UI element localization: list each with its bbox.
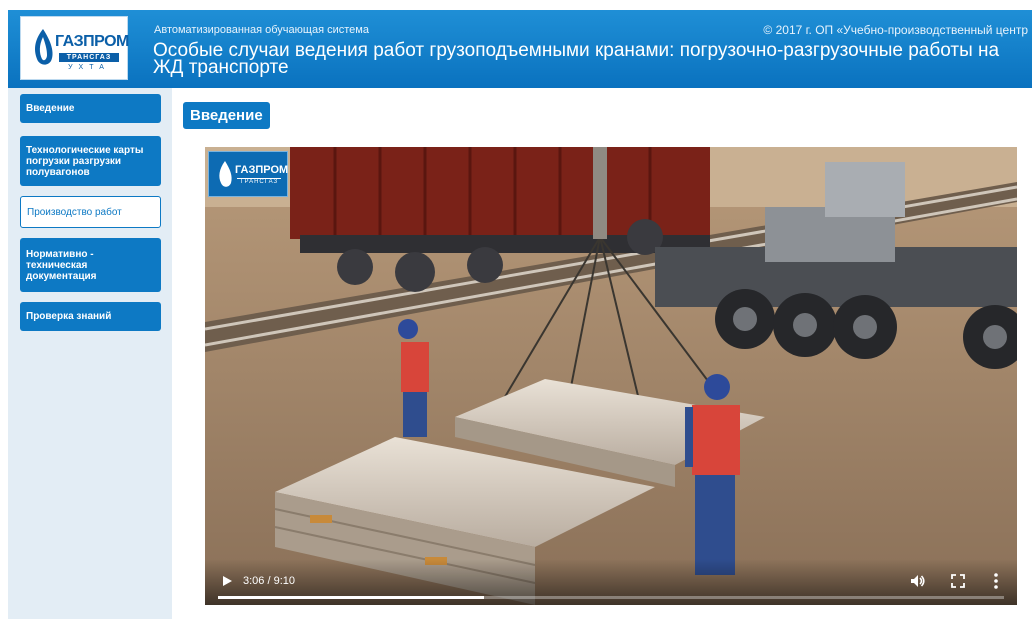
logo-wordmark: ГАЗПРОМ	[55, 33, 129, 50]
course-title: Особые случаи ведения работ грузоподъемн…	[153, 40, 1000, 78]
gazprom-logo: ГАЗПРОМ ТРАНСГАЗ УХТА	[20, 16, 129, 80]
video-player[interactable]: ГАЗПРОМ ТРАНСГАЗ 3:06 / 9:10	[205, 147, 1017, 605]
volume-icon[interactable]	[910, 573, 926, 589]
fullscreen-icon[interactable]	[951, 574, 965, 588]
app-header: ГАЗПРОМ ТРАНСГАЗ УХТА Автоматизированная…	[8, 10, 1032, 88]
video-watermark-logo: ГАЗПРОМ ТРАНСГАЗ	[208, 151, 288, 197]
section-title: Введение	[183, 102, 270, 129]
watermark-subtitle: ТРАНСГАЗ	[237, 178, 281, 185]
logo-subtitle: ТРАНСГАЗ	[59, 53, 119, 62]
play-icon[interactable]	[220, 574, 234, 588]
system-name: Автоматизированная обучающая система	[154, 24, 369, 36]
watermark-flame-icon	[219, 161, 232, 187]
watermark-wordmark: ГАЗПРОМ	[235, 164, 289, 176]
more-options-icon[interactable]	[992, 572, 1000, 590]
sidebar-item-tech-maps[interactable]: Технологические карты погрузки разгрузки…	[20, 136, 161, 186]
flame-logo-icon	[35, 29, 53, 65]
sidebar-item-introduction[interactable]: Введение	[20, 94, 161, 123]
sidebar-nav: Введение Технологические карты погрузки …	[8, 88, 172, 619]
video-time-display: 3:06 / 9:10	[243, 575, 295, 587]
sidebar-item-work-production[interactable]: Производство работ	[20, 196, 161, 228]
sidebar-item-knowledge-test[interactable]: Проверка знаний	[20, 302, 161, 331]
video-progress-bar[interactable]	[218, 596, 1004, 599]
copyright-text: © 2017 г. ОП «Учебно-производственный це…	[763, 23, 1028, 37]
main-content: Введение ГАЗПРОМ ТРАНСГАЗ 3:06 / 9:10	[172, 88, 1032, 619]
video-controls: 3:06 / 9:10	[205, 559, 1017, 605]
sidebar-item-normative-docs[interactable]: Нормативно - техническая документация	[20, 238, 161, 292]
video-frame	[205, 147, 1017, 605]
video-progress-fill	[218, 596, 484, 599]
logo-city: УХТА	[68, 64, 110, 71]
